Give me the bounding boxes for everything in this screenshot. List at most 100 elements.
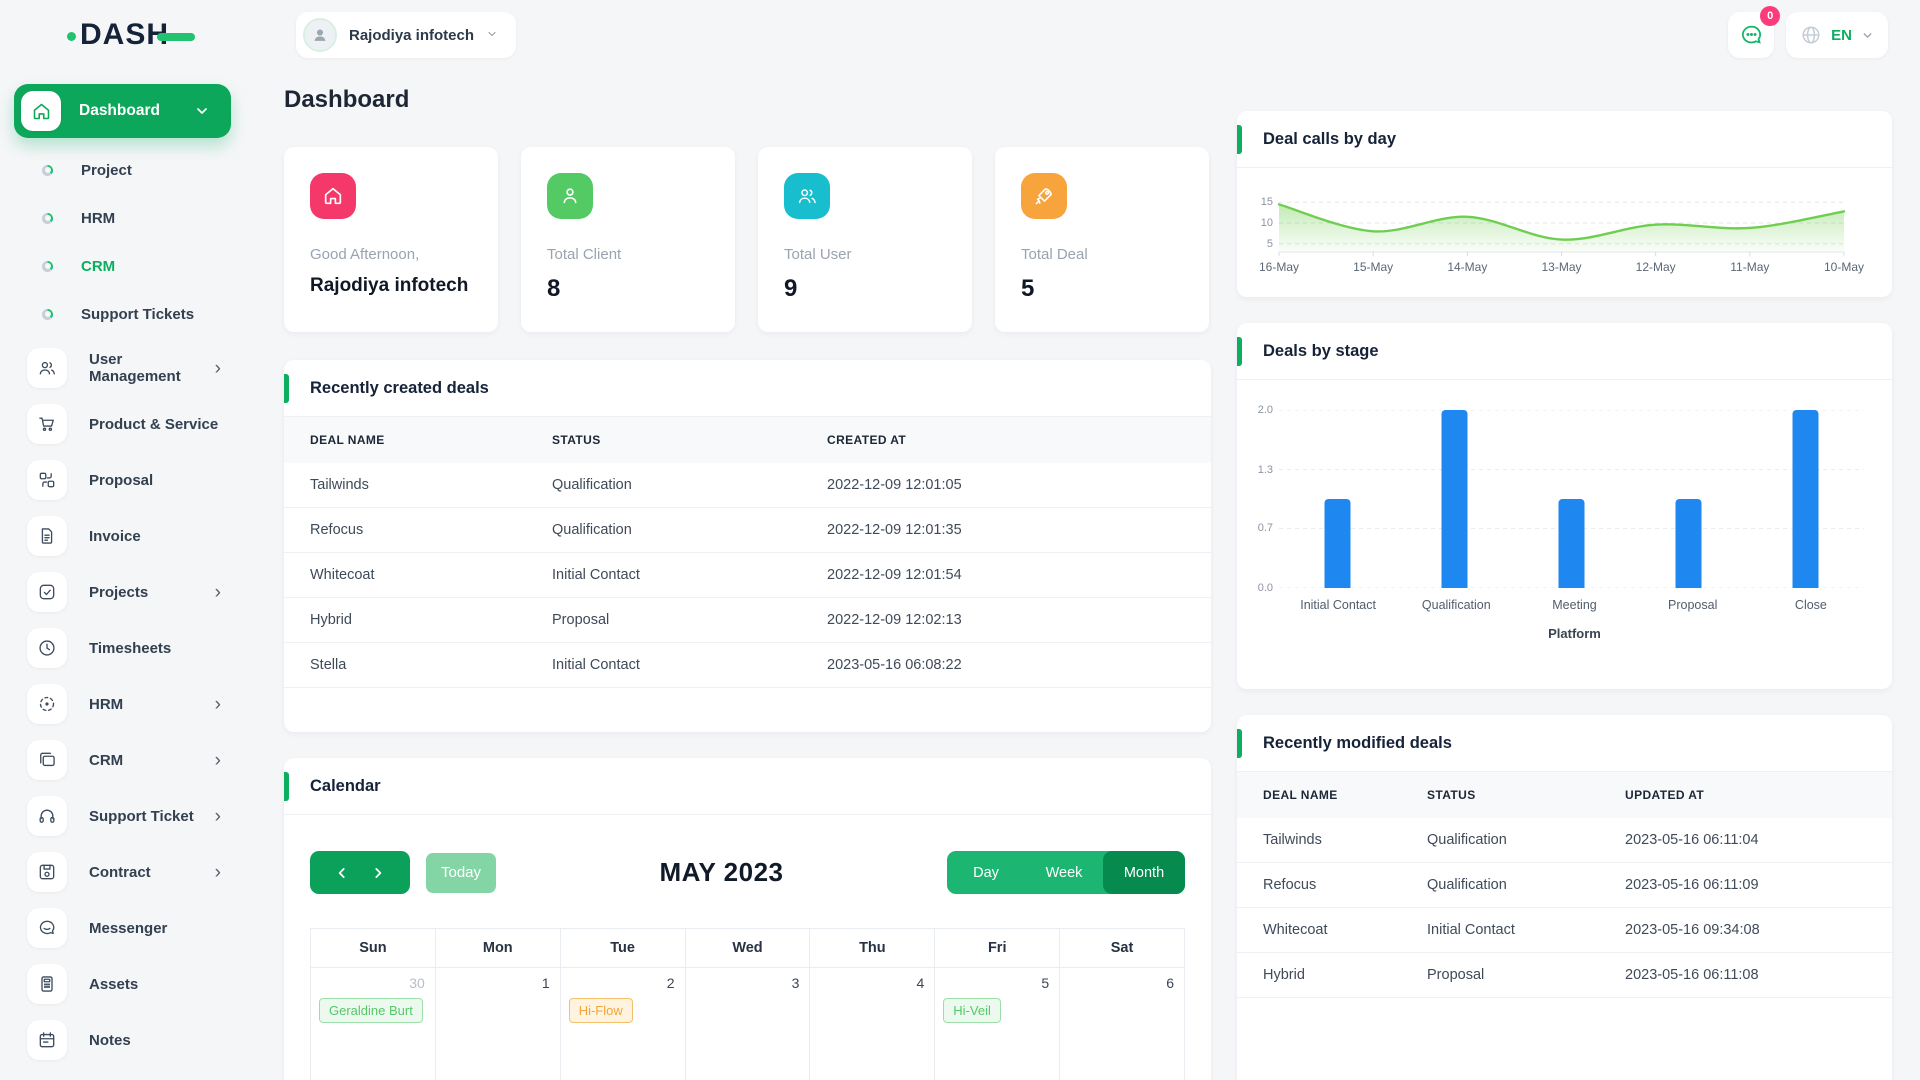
table-cell: 2022-12-09 12:01:05: [827, 477, 962, 493]
table-cell: Proposal: [552, 612, 610, 628]
calendar-date: 2: [666, 975, 675, 991]
topbar-actions: 0 EN: [1728, 6, 1888, 58]
chevron-down-icon: [1863, 32, 1872, 38]
calendar-cell[interactable]: 6: [1060, 968, 1184, 1080]
y-tick-label: 10: [1260, 217, 1273, 229]
brand-logo[interactable]: DASH: [67, 18, 245, 52]
area-chart: 15 10 5 16-May 15-May 14-May 13-May 12-May 11-M…: [1237, 168, 1892, 280]
calendar-view-week[interactable]: Week: [1025, 851, 1103, 894]
x-tick-label: 11-May: [1730, 260, 1770, 274]
rocket-icon: [1021, 173, 1067, 219]
calendar-cell[interactable]: 2 Hi-Flow: [560, 968, 685, 1080]
calendar-event[interactable]: Hi-Veil: [943, 998, 1001, 1023]
stat-value: Rajodiya infotech: [310, 275, 469, 296]
sidebar-item-user-management[interactable]: User Management ›: [14, 340, 231, 396]
calendar-day-header: Sun: [311, 929, 435, 967]
floppy-icon: [27, 852, 67, 892]
sidebar-item-support-tickets[interactable]: Support Tickets: [14, 290, 231, 338]
calendar-event[interactable]: Geraldine Burt: [319, 998, 423, 1023]
stat-card-good-afternoon: Good Afternoon, Rajodiya infotech: [284, 147, 498, 332]
sidebar-item-invoice[interactable]: Invoice: [14, 508, 231, 564]
table-header: DEAL NAME STATUS UPDATED AT: [1237, 772, 1892, 818]
table-row: Stella Initial Contact 2023-05-16 06:08:22: [284, 643, 1211, 688]
sidebar-item-proposal[interactable]: Proposal: [14, 452, 231, 508]
bar-chart: 0.0 0.7 1.3 2.0 Initial Contact Qualificatio…: [1237, 380, 1892, 641]
cart-icon: [27, 404, 67, 444]
sidebar-item-crm[interactable]: CRM ›: [14, 732, 231, 788]
sidebar-item-dashboard[interactable]: Dashboard: [14, 84, 231, 138]
table-cell: Whitecoat: [310, 567, 375, 583]
x-tick-label: 16-May: [1258, 260, 1300, 274]
calendar-view-month[interactable]: Month: [1103, 851, 1185, 894]
logo-dash-icon: [157, 33, 196, 41]
sidebar-item-timesheets[interactable]: Timesheets: [14, 620, 231, 676]
sidebar-item-product-service[interactable]: Product & Service: [14, 396, 231, 452]
chevron-down-icon: [486, 28, 498, 43]
table-cell: 2022-12-09 12:01:35: [827, 522, 962, 538]
card-header: Calendar: [284, 758, 1211, 815]
x-axis-title: Platform: [1548, 626, 1601, 641]
table-cell: 2023-05-16 06:11:09: [1625, 877, 1759, 893]
x-tick-label: Initial Contact: [1300, 598, 1376, 612]
table-cell: Stella: [310, 657, 347, 673]
calendar-date: 30: [409, 975, 425, 991]
table-cell: Tailwinds: [1263, 832, 1322, 848]
table-cell: Qualification: [552, 522, 632, 538]
calendar-grid: Sun Mon Tue Wed Thu Fri Sat 30 Geraldine Burt 1 2 H…: [310, 928, 1185, 1080]
sidebar-item-notes[interactable]: Notes: [14, 1012, 231, 1068]
calendar-prev-next-buttons[interactable]: [310, 851, 410, 894]
calendar-event[interactable]: Hi-Flow: [568, 998, 633, 1023]
card-title: Deal calls by day: [1263, 129, 1396, 148]
messages-button[interactable]: 0: [1728, 6, 1781, 58]
table-cell: 2023-05-16 09:34:08: [1625, 922, 1760, 938]
calendar-card: Calendar Today MAY 2023 Day Week Month Sun…: [284, 758, 1211, 1080]
sidebar-item-hrm[interactable]: HRM: [14, 194, 231, 242]
sidebar-item-projects[interactable]: Projects ›: [14, 564, 231, 620]
brand-name: DASH: [80, 18, 170, 51]
headset-icon: [27, 796, 67, 836]
x-tick-label: Meeting: [1552, 598, 1597, 612]
calendar-cell[interactable]: 4: [810, 968, 935, 1080]
chevron-right-icon: ›: [214, 357, 221, 379]
sidebar-item-project[interactable]: Project: [14, 146, 231, 194]
table-row: Whitecoat Initial Contact 2022-12-09 12:01…: [284, 553, 1211, 598]
calendar-date: 1: [541, 975, 550, 991]
x-axis-labels: Initial Contact Qualification Meeting Propo…: [1279, 598, 1870, 612]
sidebar-item-support-ticket[interactable]: Support Ticket ›: [14, 788, 231, 844]
deal-calls-by-day-card: Deal calls by day 15 10 5 16-May 15-May 14-M…: [1237, 111, 1892, 297]
plot-area: 16-May 15-May 14-May 13-May 12-May 11-May 10-M…: [1259, 194, 1870, 280]
stat-value: 5: [1021, 275, 1035, 302]
calendar-cell[interactable]: 1: [435, 968, 560, 1080]
calendar-cell[interactable]: 3: [685, 968, 810, 1080]
x-tick-label: Qualification: [1421, 598, 1491, 612]
sidebar-item-crm[interactable]: CRM: [14, 242, 231, 290]
table-cell: Initial Contact: [552, 567, 640, 583]
column-header: STATUS: [1427, 788, 1476, 802]
sidebar-item-messenger[interactable]: Messenger: [14, 900, 231, 956]
chat-bubble-icon: [1741, 25, 1761, 44]
calendar-view-day[interactable]: Day: [947, 851, 1025, 894]
calendar-cell[interactable]: 5 Hi-Veil: [935, 968, 1060, 1080]
calendar-cell[interactable]: 30 Geraldine Burt: [311, 968, 435, 1080]
x-tick-label: Proposal: [1668, 598, 1718, 612]
users-icon: [784, 173, 830, 219]
recently-created-deals-card: Recently created deals DEAL NAME STATUS CR…: [284, 360, 1211, 732]
today-button[interactable]: Today: [426, 852, 496, 893]
invoice-icon: [27, 516, 67, 556]
company-selector[interactable]: Rajodiya infotech: [296, 12, 517, 58]
calendar-date: 5: [1041, 975, 1050, 991]
stat-value: 8: [547, 275, 561, 302]
language-selector[interactable]: EN: [1786, 12, 1888, 58]
stat-value: 9: [784, 275, 798, 302]
sidebar-item-hrm[interactable]: HRM ›: [14, 676, 231, 732]
right-column: Deal calls by day 15 10 5 16-May 15-May 14-M…: [1237, 86, 1892, 1080]
sidebar-item-contract[interactable]: Contract ›: [14, 844, 231, 900]
table-cell: Hybrid: [310, 612, 352, 628]
y-tick-label: 0.7: [1257, 522, 1273, 535]
sidebar-item-assets[interactable]: Assets: [14, 956, 231, 1012]
table-cell: Refocus: [310, 522, 364, 538]
card-header: Recently modified deals: [1237, 715, 1892, 772]
table-cell: Proposal: [1427, 967, 1485, 983]
x-tick-label: 10-May: [1823, 260, 1865, 274]
table-cell: Initial Contact: [552, 657, 640, 673]
